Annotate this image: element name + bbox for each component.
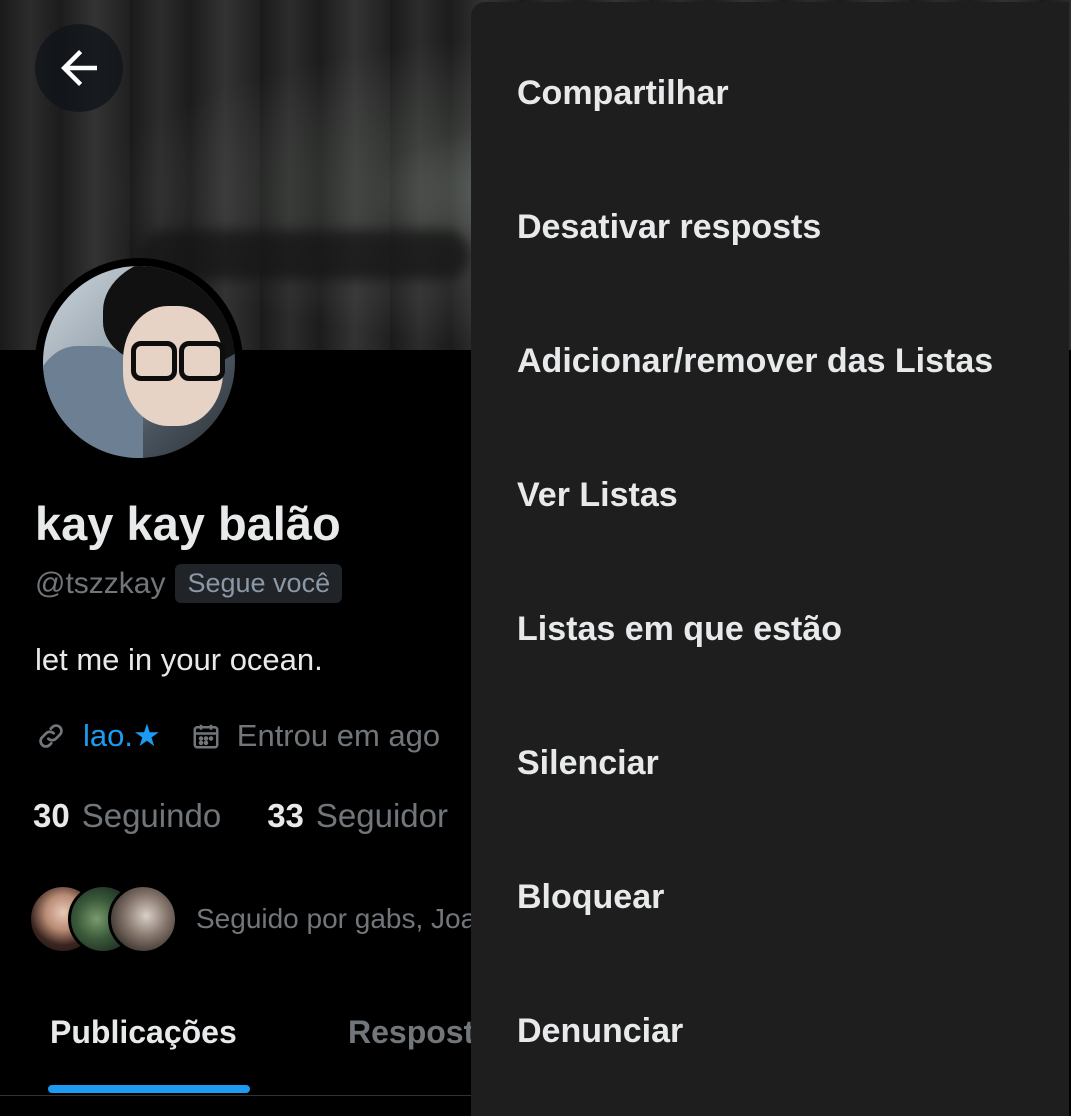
followers-count: 33	[267, 797, 304, 834]
tabs-divider	[0, 1095, 471, 1096]
tab-publicacoes[interactable]: Publicações	[50, 1014, 237, 1051]
profile-tabs: Publicações Respost	[0, 1010, 474, 1116]
follow-stats: 30 Seguindo 33 Seguidor	[33, 797, 494, 835]
followers-link[interactable]: 33 Seguidor	[267, 797, 494, 835]
followers-label: Seguidor	[315, 797, 449, 834]
handle-row: @tszzkay Segue você	[35, 564, 343, 603]
following-label: Seguindo	[81, 797, 222, 834]
joined-date: Entrou em ago	[236, 718, 441, 753]
overflow-menu: Compartilhar Desativar resposts Adiciona…	[471, 2, 1069, 1116]
avatar-photo	[43, 266, 235, 458]
menu-item-mute[interactable]: Silenciar	[517, 744, 659, 783]
menu-item-view-lists[interactable]: Ver Listas	[517, 476, 678, 515]
following-link[interactable]: 30 Seguindo	[33, 797, 267, 835]
menu-item-listed-in[interactable]: Listas em que estão	[517, 610, 842, 649]
menu-item-report[interactable]: Denunciar	[517, 1012, 683, 1051]
profile-link[interactable]: lao.★	[83, 718, 161, 754]
menu-item-block[interactable]: Bloquear	[517, 878, 664, 917]
tab-respostas[interactable]: Respost	[348, 1014, 474, 1051]
followed-by-text: Seguido por gabs, Joao	[196, 903, 492, 934]
back-button[interactable]	[35, 24, 123, 112]
profile-avatar[interactable]	[35, 258, 243, 466]
menu-item-share[interactable]: Compartilhar	[517, 74, 729, 113]
follows-you-badge: Segue você	[175, 564, 343, 603]
link-icon	[39, 724, 63, 748]
profile-name: kay kay balão	[35, 497, 341, 550]
following-count: 30	[33, 797, 70, 834]
menu-item-add-remove-lists[interactable]: Adicionar/remover das Listas	[517, 342, 993, 381]
active-tab-indicator	[48, 1085, 250, 1093]
menu-item-disable-reposts[interactable]: Desativar resposts	[517, 208, 821, 247]
follower-avatar	[108, 884, 178, 954]
profile-meta: lao.★ Entrou em ago	[35, 718, 440, 754]
calendar-icon	[193, 724, 219, 749]
profile-bio: let me in your ocean.	[35, 642, 323, 677]
profile-handle: @tszzkay	[35, 566, 166, 600]
followed-by-row[interactable]: Seguido por gabs, Joao	[28, 884, 492, 954]
arrow-left-icon	[61, 50, 97, 86]
